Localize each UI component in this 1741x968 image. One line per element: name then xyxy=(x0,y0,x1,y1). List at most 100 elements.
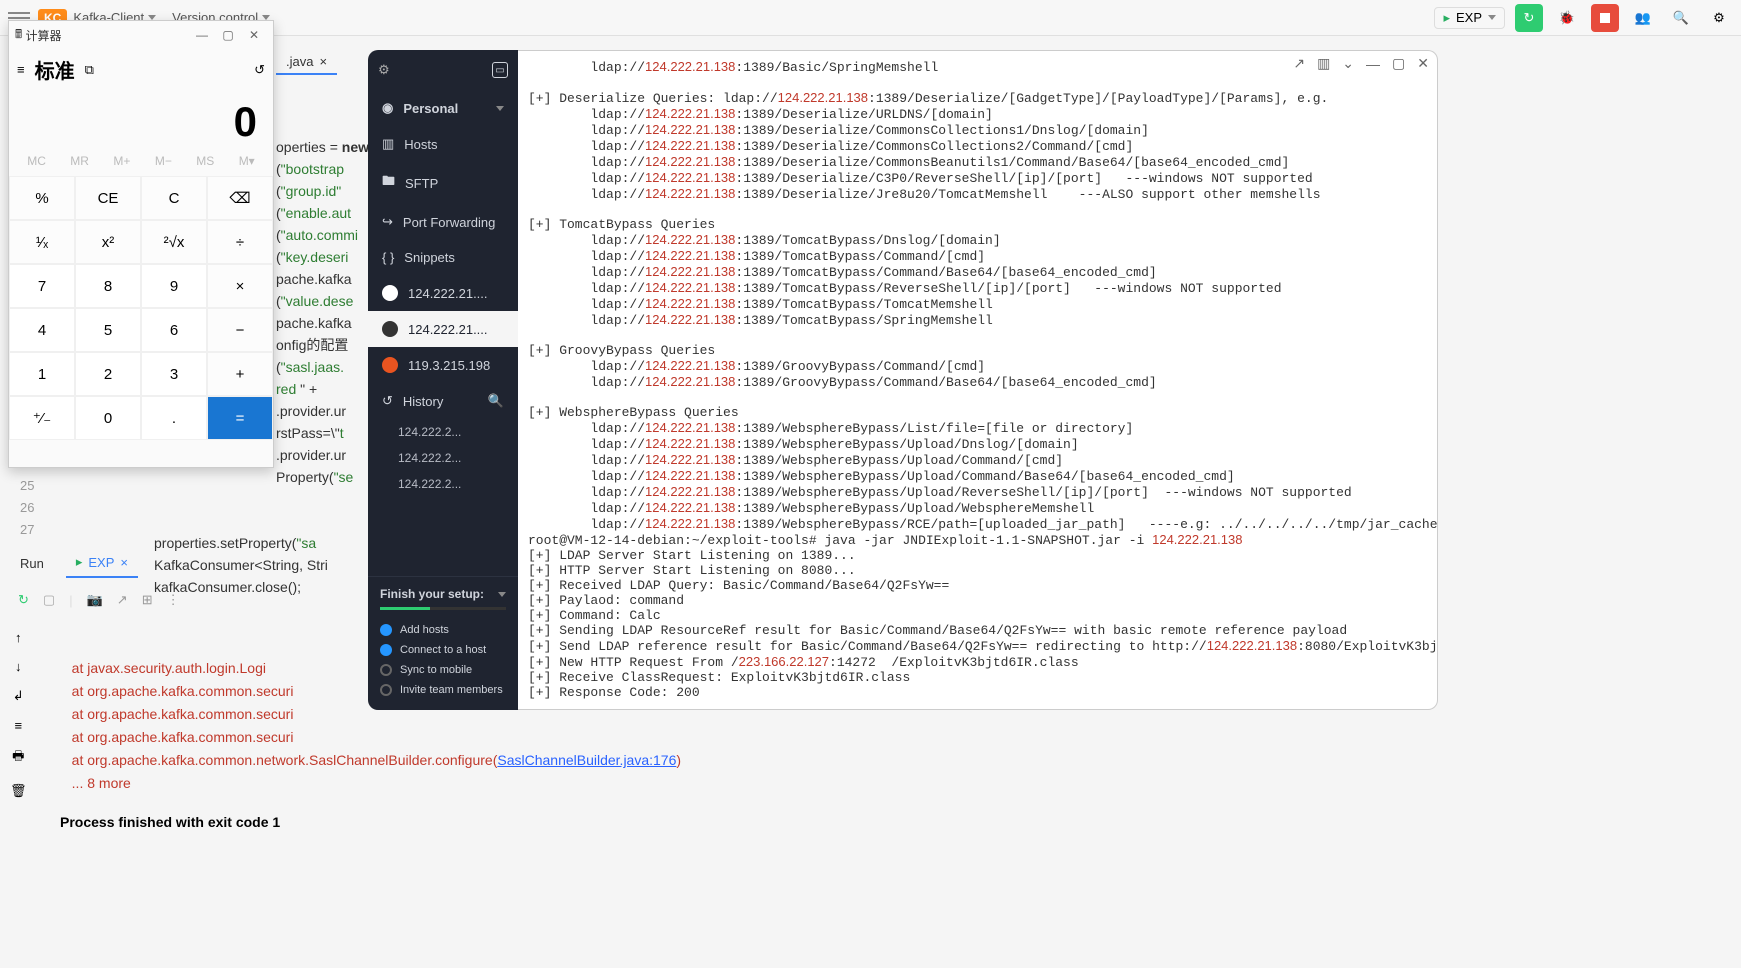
tab-exp[interactable]: ▸ EXP × xyxy=(66,548,138,578)
calc-key[interactable]: + xyxy=(207,352,273,396)
host-item-3[interactable]: 119.3.215.198 xyxy=(368,347,518,383)
close-icon[interactable]: × xyxy=(120,555,128,570)
calc-key[interactable]: ²√x xyxy=(141,220,207,264)
run-button[interactable]: ↻ xyxy=(1515,4,1543,32)
history-item[interactable]: 124.222.2... xyxy=(368,419,518,445)
calc-titlebar[interactable]: 🖩 计算器 — ▢ ✕ xyxy=(9,21,273,49)
calc-key[interactable]: ÷ xyxy=(207,220,273,264)
check-icon xyxy=(380,644,392,656)
calc-key[interactable]: 5 xyxy=(75,308,141,352)
host-item-1[interactable]: 124.222.21.... xyxy=(368,275,518,311)
history-icon[interactable]: ↺ xyxy=(254,62,265,78)
mem-button[interactable]: MS xyxy=(196,154,214,168)
stack-link[interactable]: SaslChannelBuilder.java:176 xyxy=(497,752,676,768)
calc-key[interactable]: = xyxy=(207,396,273,440)
search-icon[interactable]: 🔍 xyxy=(1667,4,1695,32)
exit-code: Process finished with exit code 1 xyxy=(60,811,681,833)
sidebar-sftp[interactable]: 🖿SFTP xyxy=(368,162,518,204)
close-icon[interactable]: ✕ xyxy=(1417,55,1429,72)
history-item[interactable]: 124.222.2... xyxy=(368,445,518,471)
calc-key[interactable]: ⁺⁄₋ xyxy=(9,396,75,440)
mem-button[interactable]: MC xyxy=(27,154,46,168)
settings-icon[interactable]: ⚙ xyxy=(1705,4,1733,32)
calc-key[interactable]: ¹⁄ₓ xyxy=(9,220,75,264)
mem-button[interactable]: M+ xyxy=(113,154,130,168)
pop-out-icon[interactable]: ⧉ xyxy=(85,62,94,78)
calc-key[interactable]: C xyxy=(141,176,207,220)
close-button[interactable]: ✕ xyxy=(241,28,267,42)
settings-icon[interactable]: ⚙ xyxy=(378,62,390,78)
stop-icon[interactable]: ▢ xyxy=(43,592,55,608)
panel-icon[interactable]: ▭ xyxy=(492,62,508,78)
calc-key[interactable]: CE xyxy=(75,176,141,220)
check-icon xyxy=(380,624,392,636)
setup-step-1[interactable]: Add hosts xyxy=(380,620,506,640)
split-icon[interactable]: ▥ xyxy=(1317,55,1330,72)
mem-button[interactable]: M▾ xyxy=(239,154,255,168)
more-icon[interactable]: ⋮ xyxy=(167,592,180,608)
setup-step-3[interactable]: Sync to mobile xyxy=(380,660,506,680)
mem-button[interactable]: MR xyxy=(70,154,89,168)
calc-key[interactable]: 9 xyxy=(141,264,207,308)
calc-key[interactable]: × xyxy=(207,264,273,308)
sidebar-personal[interactable]: ◉ Personal xyxy=(368,90,518,126)
host-item-2[interactable]: 124.222.21.... xyxy=(368,311,518,347)
sidebar-portfwd[interactable]: ↪Port Forwarding xyxy=(368,204,518,240)
maximize-icon[interactable]: ▢ xyxy=(1392,55,1405,72)
ssh-sidebar: ⚙ ▭ ◉ Personal ▥Hosts 🖿SFTP ↪Port Forwar… xyxy=(368,50,518,710)
trash-icon[interactable]: 🗑 xyxy=(10,783,27,799)
share-icon[interactable]: ↗ xyxy=(1293,55,1305,72)
layout-icon[interactable]: ⊞ xyxy=(142,592,153,608)
sidebar-snippets[interactable]: { }Snippets xyxy=(368,240,518,275)
print-icon[interactable]: 🖶 xyxy=(12,747,24,769)
chevron-down-icon[interactable]: ⌄ xyxy=(1342,55,1354,72)
tab-label: EXP xyxy=(88,555,114,570)
collab-icon[interactable]: 👥 xyxy=(1629,4,1657,32)
history-icon: ↺ xyxy=(382,393,393,409)
calc-key[interactable]: 3 xyxy=(141,352,207,396)
wrap-icon[interactable]: ↲ xyxy=(13,688,24,704)
calc-display: 0 xyxy=(9,90,273,150)
stop-button[interactable] xyxy=(1591,4,1619,32)
run-config-selector[interactable]: ▸ EXP xyxy=(1434,7,1505,29)
minimize-icon[interactable]: — xyxy=(1366,56,1380,72)
calc-key[interactable]: % xyxy=(9,176,75,220)
sidebar-history[interactable]: ↺ History 🔍 xyxy=(368,383,518,419)
calc-key[interactable]: 1 xyxy=(9,352,75,396)
calc-key[interactable]: ⌫ xyxy=(207,176,273,220)
export-icon[interactable]: ↗ xyxy=(117,592,128,608)
down-icon[interactable]: ↓ xyxy=(15,659,22,674)
close-icon[interactable]: × xyxy=(319,54,327,69)
history-item[interactable]: 124.222.2... xyxy=(368,471,518,497)
terminal-output[interactable]: ldap://124.222.21.138:1389/Basic/SpringM… xyxy=(518,51,1437,708)
chevron-down-icon[interactable] xyxy=(498,592,506,597)
calc-key[interactable]: . xyxy=(141,396,207,440)
screenshot-icon[interactable]: 📷 xyxy=(87,592,103,608)
calc-key[interactable]: 7 xyxy=(9,264,75,308)
calc-key[interactable]: − xyxy=(207,308,273,352)
menu-icon[interactable]: ≡ xyxy=(17,62,25,77)
calc-key[interactable]: x² xyxy=(75,220,141,264)
calc-key[interactable]: 4 xyxy=(9,308,75,352)
mem-button[interactable]: M− xyxy=(155,154,172,168)
calc-key[interactable]: 2 xyxy=(75,352,141,396)
calc-key[interactable]: 6 xyxy=(141,308,207,352)
search-icon[interactable]: 🔍 xyxy=(488,393,504,409)
editor-tab[interactable]: .java × xyxy=(276,50,337,75)
hosts-icon: ▥ xyxy=(382,136,394,152)
snippet-icon[interactable]: ≡ xyxy=(14,718,22,733)
up-icon[interactable]: ↑ xyxy=(15,630,22,645)
circle-icon xyxy=(380,684,392,696)
calc-key[interactable]: 8 xyxy=(75,264,141,308)
debug-button[interactable]: 🐞 xyxy=(1553,4,1581,32)
setup-step-4[interactable]: Invite team members xyxy=(380,680,506,700)
setup-step-2[interactable]: Connect to a host xyxy=(380,640,506,660)
sidebar-hosts[interactable]: ▥Hosts xyxy=(368,126,518,162)
maximize-button[interactable]: ▢ xyxy=(215,28,241,42)
ssh-terminal-window: ↗ ▥ ⌄ — ▢ ✕ ldap://124.222.21.138:1389/B… xyxy=(518,50,1438,710)
calc-key[interactable]: 0 xyxy=(75,396,141,440)
tab-run[interactable]: Run xyxy=(10,550,54,577)
minimize-button[interactable]: — xyxy=(189,28,215,42)
host-os-icon xyxy=(382,285,398,301)
rerun-icon[interactable]: ↻ xyxy=(18,592,29,608)
